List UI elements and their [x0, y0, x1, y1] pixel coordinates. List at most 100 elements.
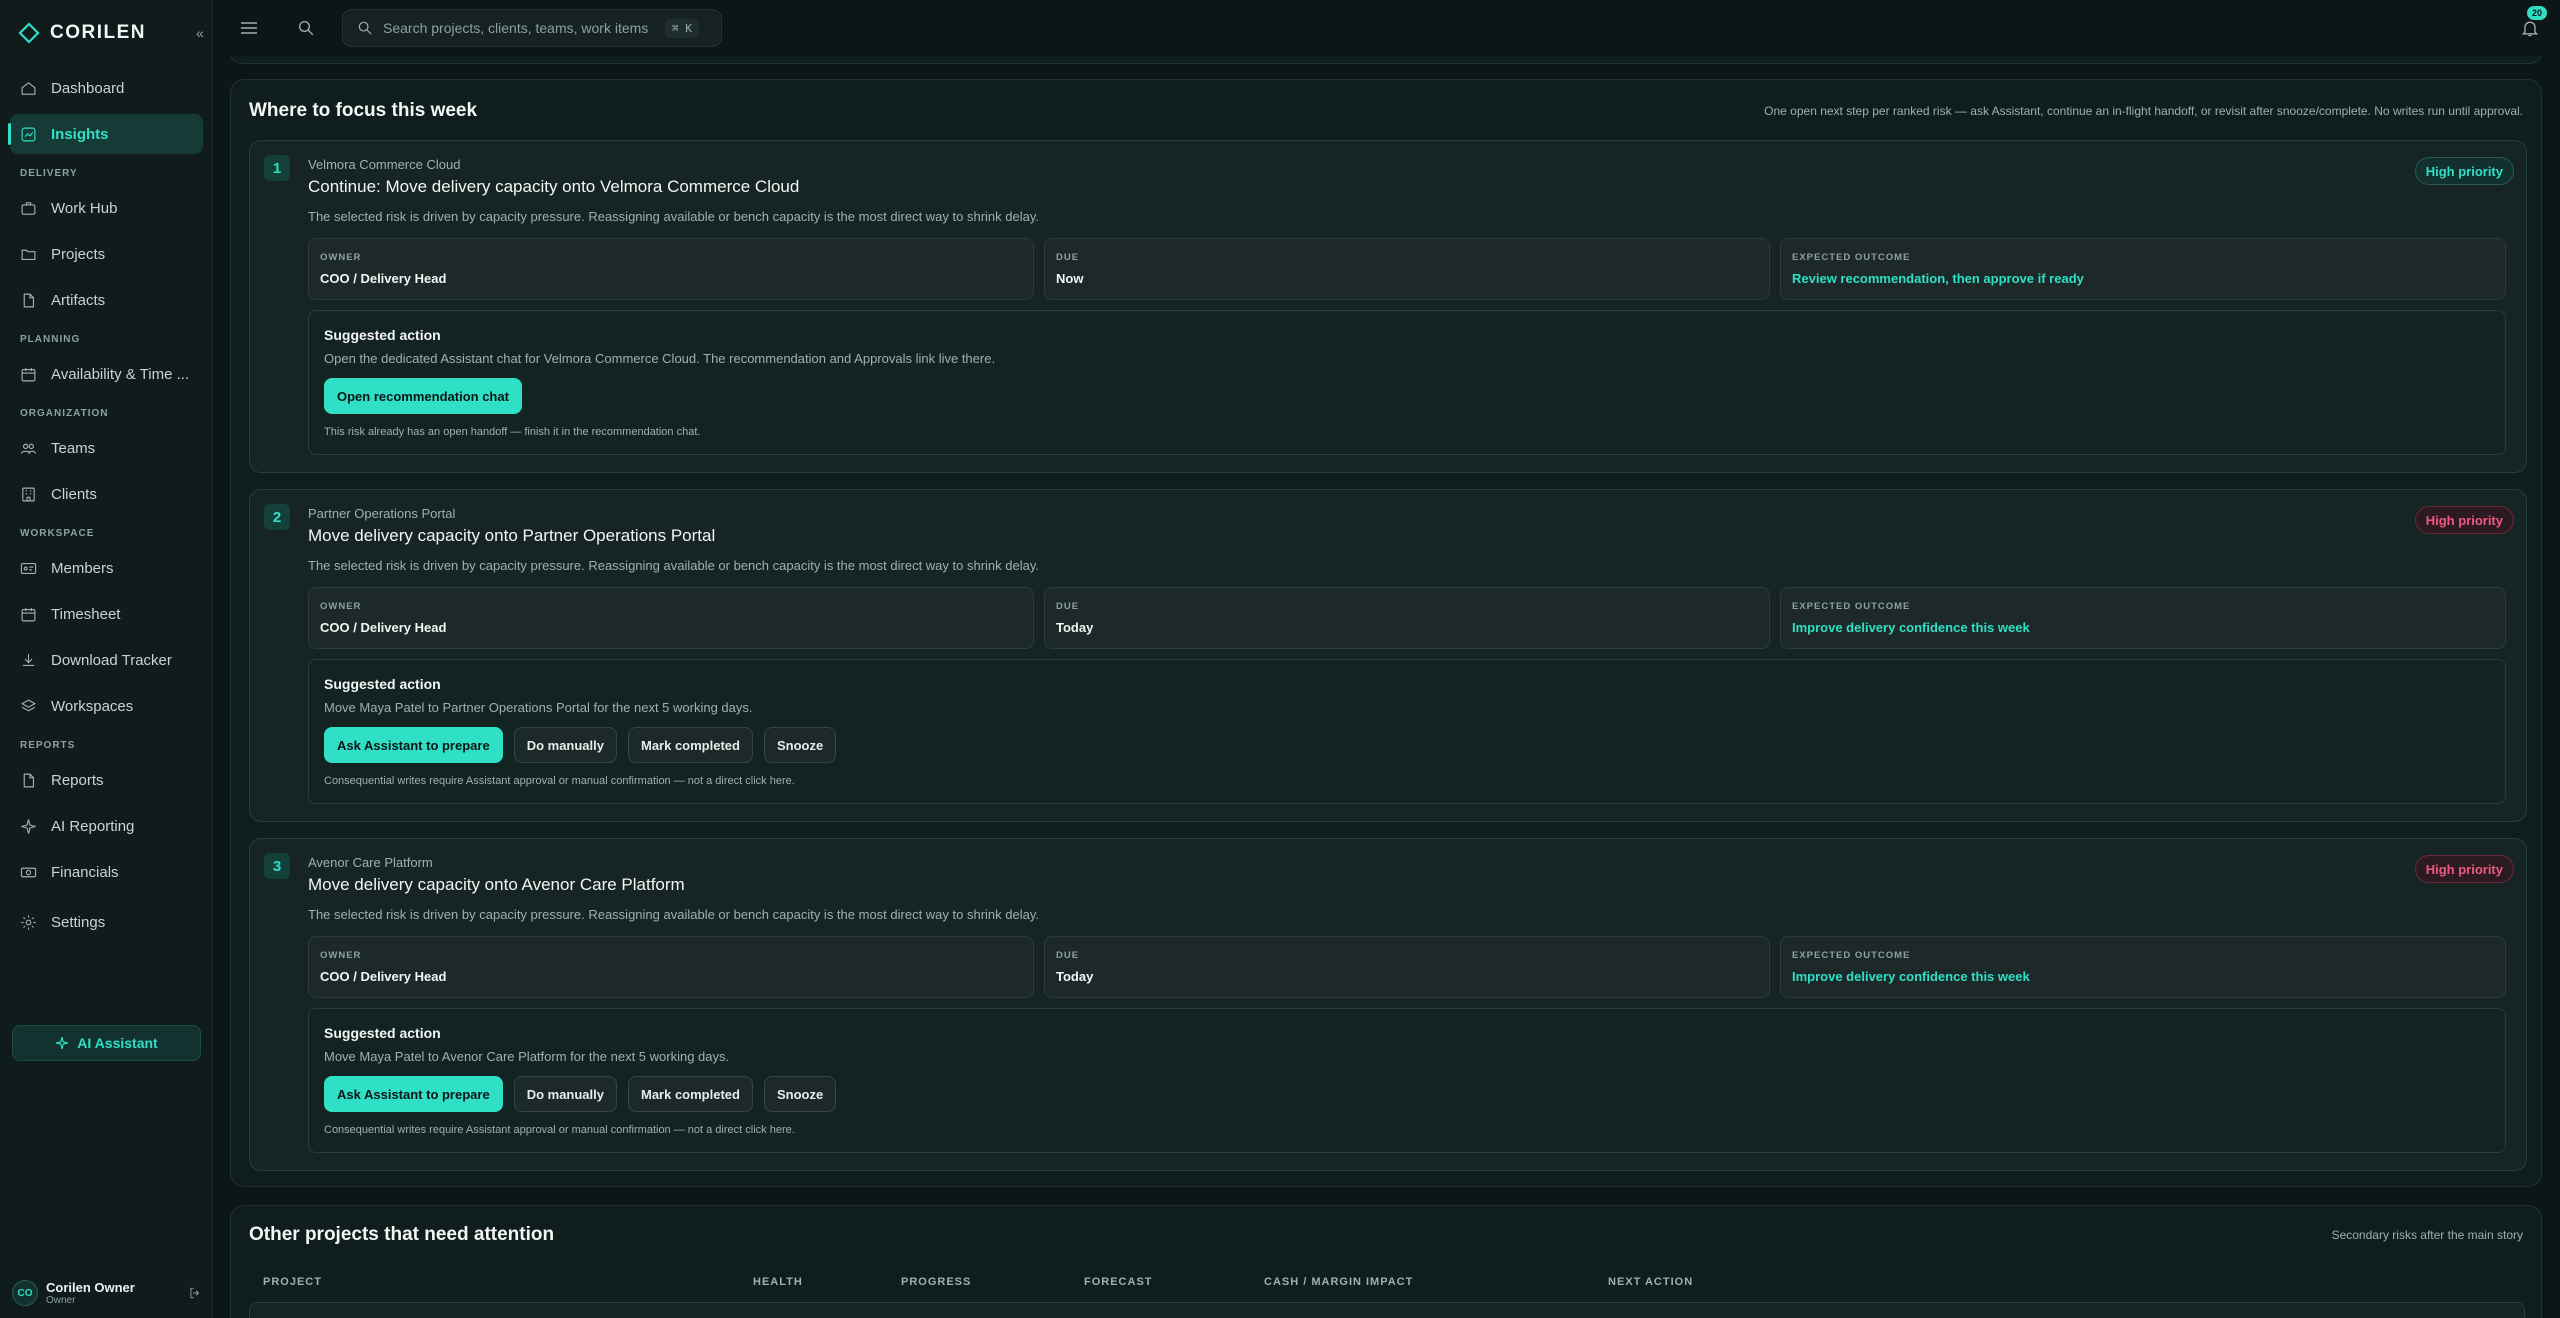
- logo-diamond-icon: [18, 22, 40, 44]
- action-note: Consequential writes require Assistant a…: [324, 775, 795, 787]
- sidebar-item-availability-time[interactable]: Availability & Time ...: [10, 354, 203, 394]
- action-note: This risk already has an open handoff — …: [324, 426, 701, 438]
- column-header-cash-margin-impact[interactable]: CASH / MARGIN IMPACT: [1264, 1276, 1413, 1288]
- sidebar-item-reports[interactable]: Reports: [10, 760, 203, 800]
- sidebar-item-label: Availability & Time ...: [51, 365, 190, 383]
- brand[interactable]: CORILEN: [18, 18, 146, 48]
- due-field: DUE Today: [1044, 587, 1770, 649]
- sidebar-item-settings[interactable]: Settings: [10, 902, 203, 942]
- mark-completed-button[interactable]: Mark completed: [627, 1076, 753, 1112]
- building-icon: [22, 487, 35, 501]
- field-label: DUE: [1056, 252, 1080, 263]
- risk-card: 3 Avenor Care Platform Move delivery capac…: [249, 838, 2527, 1171]
- suggested-action-title: Suggested action: [324, 676, 441, 692]
- sidebar-item-workspaces[interactable]: Workspaces: [10, 686, 203, 726]
- risk-card: 1 Velmora Commerce Cloud Continue: Move de…: [249, 140, 2527, 473]
- sidebar-item-label: Insights: [51, 125, 109, 143]
- column-header-health[interactable]: HEALTH: [753, 1276, 803, 1288]
- sidebar-item-ai-reporting[interactable]: AI Reporting: [10, 806, 203, 846]
- field-label: OWNER: [320, 601, 362, 612]
- column-header-progress[interactable]: PROGRESS: [901, 1276, 971, 1288]
- due-field: DUE Today: [1044, 936, 1770, 998]
- file-icon: [23, 773, 35, 787]
- suggested-action-text: Move Maya Patel to Avenor Care Platform …: [324, 1049, 730, 1064]
- brand-name: CORILEN: [50, 22, 146, 43]
- collapse-sidebar-icon[interactable]: «: [196, 26, 210, 40]
- briefcase-icon: [21, 201, 36, 215]
- risk-project-name: Velmora Commerce Cloud: [308, 157, 461, 172]
- column-header-forecast[interactable]: FORECAST: [1084, 1276, 1153, 1288]
- sidebar-item-members[interactable]: Members: [10, 548, 203, 588]
- ask-assistant-to-prepare-button[interactable]: Ask Assistant to prepare: [324, 1076, 503, 1112]
- snooze-button[interactable]: Snooze: [763, 727, 837, 763]
- search-icon[interactable]: [297, 19, 315, 37]
- global-search[interactable]: ⌘ K: [342, 9, 722, 47]
- risk-project-name: Avenor Care Platform: [308, 855, 433, 870]
- sidebar-item-financials[interactable]: Financials: [10, 852, 203, 892]
- mark-completed-button[interactable]: Mark completed: [627, 727, 753, 763]
- snooze-button[interactable]: Snooze: [763, 1076, 837, 1112]
- home-icon: [21, 81, 36, 95]
- owner-value: COO / Delivery Head: [320, 969, 447, 984]
- do-manually-button[interactable]: Do manually: [513, 727, 617, 763]
- sparkle-icon: [56, 1037, 69, 1049]
- risk-description: The selected risk is driven by capacity …: [308, 209, 1039, 224]
- sidebar-item-projects[interactable]: Projects: [10, 234, 203, 274]
- field-label: EXPECTED OUTCOME: [1792, 252, 1911, 263]
- logout-icon[interactable]: [188, 1286, 202, 1300]
- id-card-icon: [20, 562, 37, 574]
- folder-icon: [21, 249, 36, 260]
- sidebar-item-clients[interactable]: Clients: [10, 474, 203, 514]
- ask-assistant-to-prepare-button[interactable]: Ask Assistant to prepare: [324, 727, 503, 763]
- ai-assistant-button[interactable]: AI Assistant: [12, 1025, 201, 1061]
- sidebar-item-insights[interactable]: Insights: [8, 114, 203, 154]
- avatar: CO: [12, 1280, 38, 1306]
- other-projects-title: Other projects that need attention: [249, 1224, 555, 1245]
- priority-badge: High priority: [2414, 157, 2514, 185]
- ai-assistant-label: AI Assistant: [77, 1035, 158, 1051]
- sidebar-item-timesheet[interactable]: Timesheet: [10, 594, 203, 634]
- sidebar-item-teams[interactable]: Teams: [10, 428, 203, 468]
- search-input[interactable]: [383, 20, 655, 36]
- sidebar-item-download-tracker[interactable]: Download Tracker: [10, 640, 203, 680]
- outcome-value: Improve delivery confidence this week: [1792, 969, 2030, 984]
- column-header-next-action[interactable]: NEXT ACTION: [1608, 1276, 1693, 1288]
- table-row[interactable]: [249, 1302, 2525, 1318]
- outcome-value: Review recommendation, then approve if r…: [1792, 271, 2084, 286]
- risk-title: Continue: Move delivery capacity onto Ve…: [308, 177, 800, 196]
- owner-field: OWNER COO / Delivery Head: [308, 936, 1034, 998]
- priority-badge: High priority: [2414, 506, 2514, 534]
- field-label: OWNER: [320, 950, 362, 961]
- user-profile[interactable]: CO Corilen Owner Owner: [12, 1276, 202, 1310]
- sidebar-item-dashboard[interactable]: Dashboard: [10, 68, 203, 108]
- focus-panel: Where to focus this week One open next s…: [230, 79, 2542, 1187]
- action-buttons: Ask Assistant to prepare Do manually Mark …: [324, 727, 837, 763]
- column-header-project[interactable]: PROJECT: [263, 1276, 322, 1288]
- due-value: Today: [1056, 620, 1094, 635]
- suggested-action: Suggested action Move Maya Patel to Aveno…: [308, 1008, 2506, 1153]
- sidebar-item-work-hub[interactable]: Work Hub: [10, 188, 203, 228]
- outcome-field: EXPECTED OUTCOME Improve delivery confide…: [1780, 587, 2506, 649]
- bell-icon[interactable]: [2520, 18, 2540, 38]
- chart-icon: [21, 127, 36, 141]
- shortcut-hint: ⌘ K: [665, 18, 699, 38]
- risk-description: The selected risk is driven by capacity …: [308, 558, 1039, 573]
- open-recommendation-chat-button[interactable]: Open recommendation chat: [324, 378, 522, 414]
- menu-icon[interactable]: [240, 20, 258, 36]
- sidebar-item-artifacts[interactable]: Artifacts: [10, 280, 203, 320]
- user-role: Owner: [46, 1295, 76, 1306]
- sidebar-item-label: Artifacts: [51, 291, 106, 309]
- do-manually-button[interactable]: Do manually: [513, 1076, 617, 1112]
- sidebar-item-label: Settings: [51, 913, 106, 931]
- outcome-field: EXPECTED OUTCOME Review recommendation, t…: [1780, 238, 2506, 300]
- action-note: Consequential writes require Assistant a…: [324, 1124, 795, 1136]
- download-icon: [22, 653, 35, 666]
- other-projects-panel: Other projects that need attention Secon…: [230, 1205, 2542, 1318]
- rank-badge: 1: [264, 155, 290, 181]
- sidebar-item-label: Clients: [51, 485, 97, 503]
- focus-note: One open next step per ranked risk — ask…: [1764, 104, 2523, 118]
- calendar-icon: [21, 607, 36, 621]
- suggested-action-text: Move Maya Patel to Partner Operations Po…: [324, 700, 753, 715]
- risk-title: Move delivery capacity onto Partner Oper…: [308, 526, 716, 545]
- sidebar-item-label: Work Hub: [51, 199, 118, 217]
